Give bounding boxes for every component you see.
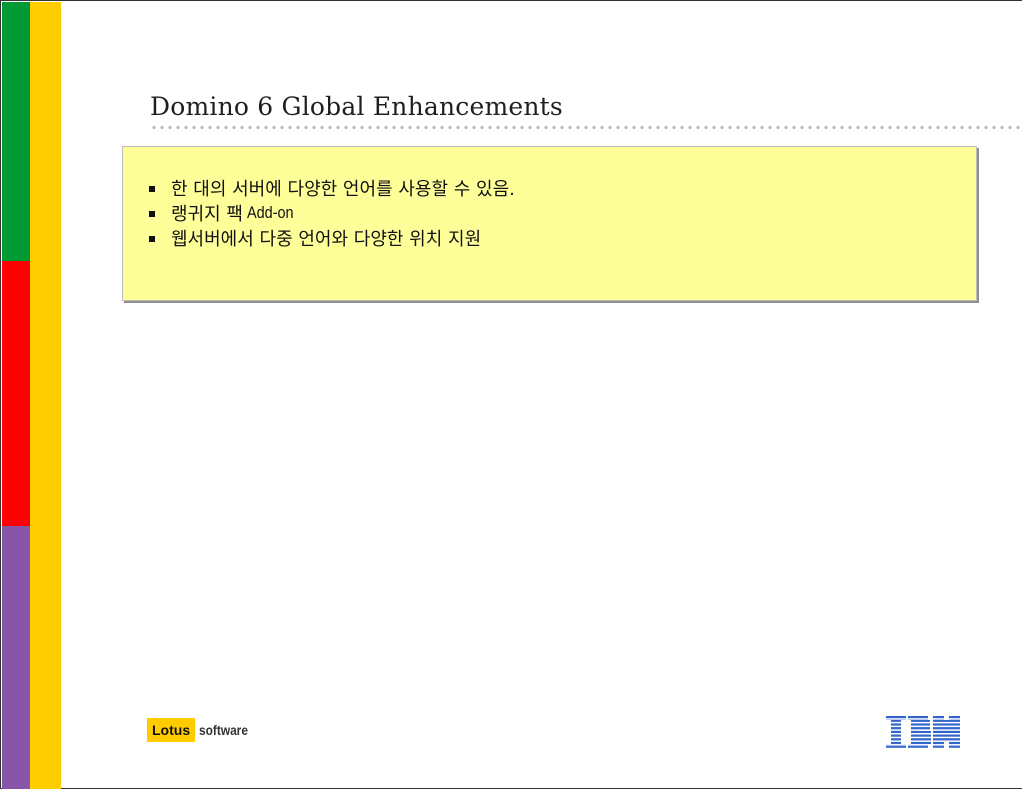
title-divider: [150, 125, 1020, 130]
bullet-item: 한 대의 서버에 다양한 언어를 사용할 수 있음.: [149, 175, 515, 200]
square-bullet-icon: [149, 236, 155, 242]
slide-title: Domino 6 Global Enhancements: [150, 92, 563, 121]
side-bar-yellow: [30, 2, 61, 789]
software-label: software: [199, 722, 249, 738]
bullet-text: 한 대의 서버에 다양한 언어를 사용할 수 있음.: [171, 178, 515, 200]
side-bar-green: [2, 2, 30, 261]
bullet-list: 한 대의 서버에 다양한 언어를 사용할 수 있음. 랭귀지 팩 Add-on …: [149, 175, 515, 250]
lotus-label: Lotus: [147, 718, 196, 742]
bullet-text: 랭귀지 팩: [171, 203, 243, 225]
side-bar-red: [2, 261, 30, 526]
bullet-text: 웹서버에서 다중 언어와 다양한 위치 지원: [171, 228, 482, 250]
lotus-software-logo: Lotus software: [147, 718, 257, 742]
side-bar-purple: [2, 526, 30, 789]
square-bullet-icon: [149, 186, 155, 192]
bullet-item: 웹서버에서 다중 언어와 다양한 위치 지원: [149, 225, 515, 250]
ibm-logo-icon: [886, 716, 960, 752]
square-bullet-icon: [149, 211, 155, 217]
content-box: 한 대의 서버에 다양한 언어를 사용할 수 있음. 랭귀지 팩 Add-on …: [122, 146, 977, 301]
bullet-item: 랭귀지 팩 Add-on: [149, 200, 515, 225]
bullet-text-suffix: Add-on: [246, 202, 294, 222]
